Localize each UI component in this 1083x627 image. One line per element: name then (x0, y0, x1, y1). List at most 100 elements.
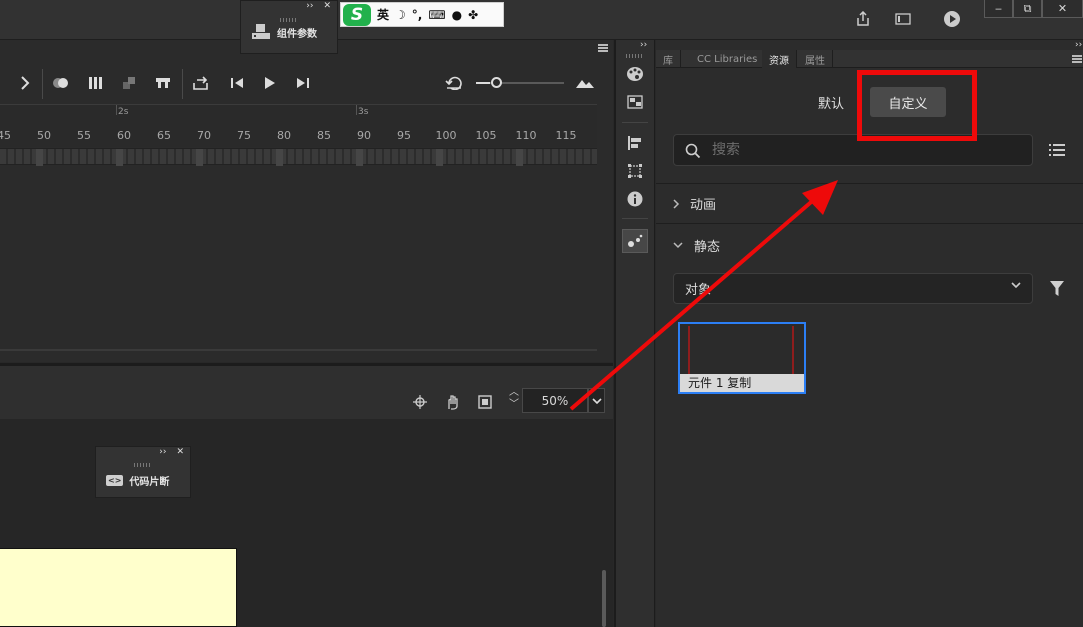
chevron-right-icon (673, 198, 680, 209)
step-forward-icon[interactable] (292, 73, 314, 93)
mountain-zoom-icon[interactable] (574, 73, 596, 93)
frame-row[interactable] (0, 148, 597, 166)
onion-skin-icon[interactable] (50, 73, 72, 93)
hand-rotate-icon[interactable] (443, 392, 463, 412)
frame-number: 75 (237, 129, 251, 142)
tab-properties[interactable]: 属性 (798, 50, 833, 68)
component-params-panel[interactable]: ›› ✕ 组件参数 (240, 0, 338, 54)
chevron-up-icon[interactable]: ︿ (507, 387, 521, 399)
frame-number: 105 (475, 129, 497, 142)
frame-cell[interactable] (356, 149, 363, 166)
expand-icon[interactable]: ›› (159, 447, 166, 461)
transform-icon[interactable] (624, 160, 646, 182)
second-tick (116, 105, 117, 115)
timeline-panel: 2s 3s 45 50 55 60 65 70 75 80 85 90 95 1… (0, 40, 613, 362)
user-icon[interactable]: ● (452, 8, 462, 22)
drag-grip[interactable] (626, 54, 644, 58)
annotation-highlight-box (857, 70, 977, 141)
asset-type-select[interactable]: 对象 (673, 273, 1033, 304)
section-label: 动画 (690, 198, 717, 213)
second-tick (356, 105, 357, 115)
panel-menu-icon[interactable] (598, 44, 608, 52)
zoom-input[interactable]: 50% (522, 388, 588, 413)
info-icon[interactable] (624, 188, 646, 210)
timeline-ruler[interactable]: 2s 3s 45 50 55 60 65 70 75 80 85 90 95 1… (0, 104, 597, 147)
frame-cell[interactable] (36, 149, 43, 166)
test-movie-play-icon[interactable] (940, 8, 964, 30)
frame-number: 50 (37, 129, 51, 142)
assets-panel-icon[interactable] (622, 229, 648, 253)
stage-vertical-scrollbar[interactable] (602, 570, 606, 627)
chevron-down-icon[interactable]: ﹀ (507, 399, 521, 411)
asset-search-field[interactable] (673, 134, 1033, 166)
timeline-horizontal-scroll[interactable] (0, 349, 597, 351)
asset-item[interactable]: 元件 1 复制 (678, 322, 806, 394)
frame-cell[interactable] (196, 149, 203, 166)
minimize-button[interactable]: ‒ (984, 0, 1013, 18)
expand-icon[interactable]: ›› (306, 1, 313, 15)
punct-icon[interactable]: °, (412, 8, 423, 22)
frame-number: 115 (555, 129, 577, 142)
close-icon[interactable]: ✕ (323, 1, 331, 15)
frame-number: 95 (397, 129, 411, 142)
align-icon[interactable] (624, 132, 646, 154)
undo-zoom-icon[interactable] (443, 73, 465, 93)
code-snippets-label: 代码片断 (129, 477, 170, 488)
collapse-icon[interactable]: ›› (640, 40, 647, 50)
asset-label: 元件 1 复制 (680, 374, 804, 392)
chevron-right-icon[interactable] (14, 73, 36, 93)
close-icon[interactable]: ✕ (176, 447, 184, 461)
tab-assets[interactable]: 资源 (762, 50, 797, 68)
restore-button[interactable]: ⧉ (1013, 0, 1042, 18)
second-label: 2s (118, 107, 129, 117)
insert-frame-icon[interactable] (152, 73, 174, 93)
sogou-logo-icon[interactable]: S (343, 3, 371, 26)
component-params-icon (252, 24, 270, 39)
filter-icon[interactable] (1047, 278, 1067, 300)
code-snippets-panel[interactable]: ›› ✕ <> 代码片断 (95, 446, 191, 498)
frame-number: 110 (515, 129, 537, 142)
separator (42, 69, 43, 99)
drag-grip[interactable] (280, 18, 298, 22)
edit-multiple-frames-icon[interactable] (85, 73, 107, 93)
ime-mode-label[interactable]: 英 (377, 6, 389, 23)
palette-icon[interactable] (624, 63, 646, 85)
section-animation[interactable]: 动画 (656, 184, 1083, 224)
panel-layout-icon[interactable] (891, 8, 915, 30)
frame-cell[interactable] (436, 149, 443, 166)
zoom-stepper[interactable]: ︿ ﹀ (507, 387, 521, 415)
frame-number: 80 (277, 129, 291, 142)
clip-stage-icon[interactable] (475, 392, 495, 412)
chevron-down-icon (673, 242, 683, 249)
default-tab-button[interactable]: 默认 (810, 87, 852, 117)
tab-cc-libraries[interactable]: CC Libraries (690, 50, 766, 68)
layer-parenting-icon[interactable] (118, 73, 140, 93)
play-icon[interactable] (259, 73, 281, 93)
zoom-slider-thumb[interactable] (491, 77, 502, 88)
timeline-vertical-scroll[interactable] (597, 148, 613, 348)
moon-icon[interactable]: ☽ (395, 8, 406, 22)
share-icon[interactable] (851, 8, 875, 30)
frame-cell[interactable] (276, 149, 283, 166)
frame-number: 55 (77, 129, 91, 142)
section-static[interactable]: 静态 (656, 225, 1083, 265)
snap-target-icon[interactable] (410, 392, 430, 412)
frame-number: 85 (317, 129, 331, 142)
keyboard-icon[interactable]: ⌨ (428, 8, 445, 22)
grid-icon[interactable]: ✤ (468, 8, 478, 22)
drag-grip[interactable] (134, 463, 152, 467)
tab-library[interactable]: 库 (656, 50, 681, 68)
stage-canvas[interactable] (0, 548, 237, 627)
frame-cell[interactable] (516, 149, 523, 166)
frame-cell[interactable] (116, 149, 123, 166)
collapse-icon[interactable]: ›› (1075, 40, 1082, 50)
asset-thumbnail (688, 326, 794, 374)
list-view-icon[interactable] (1046, 139, 1068, 161)
loop-icon[interactable] (190, 73, 212, 93)
close-window-button[interactable]: ✕ (1042, 0, 1083, 18)
zoom-dropdown-button[interactable] (588, 388, 605, 413)
swatches-icon[interactable] (624, 91, 646, 113)
step-back-icon[interactable] (226, 73, 248, 93)
component-params-label: 组件参数 (277, 28, 317, 40)
panel-menu-icon[interactable] (1072, 55, 1082, 63)
